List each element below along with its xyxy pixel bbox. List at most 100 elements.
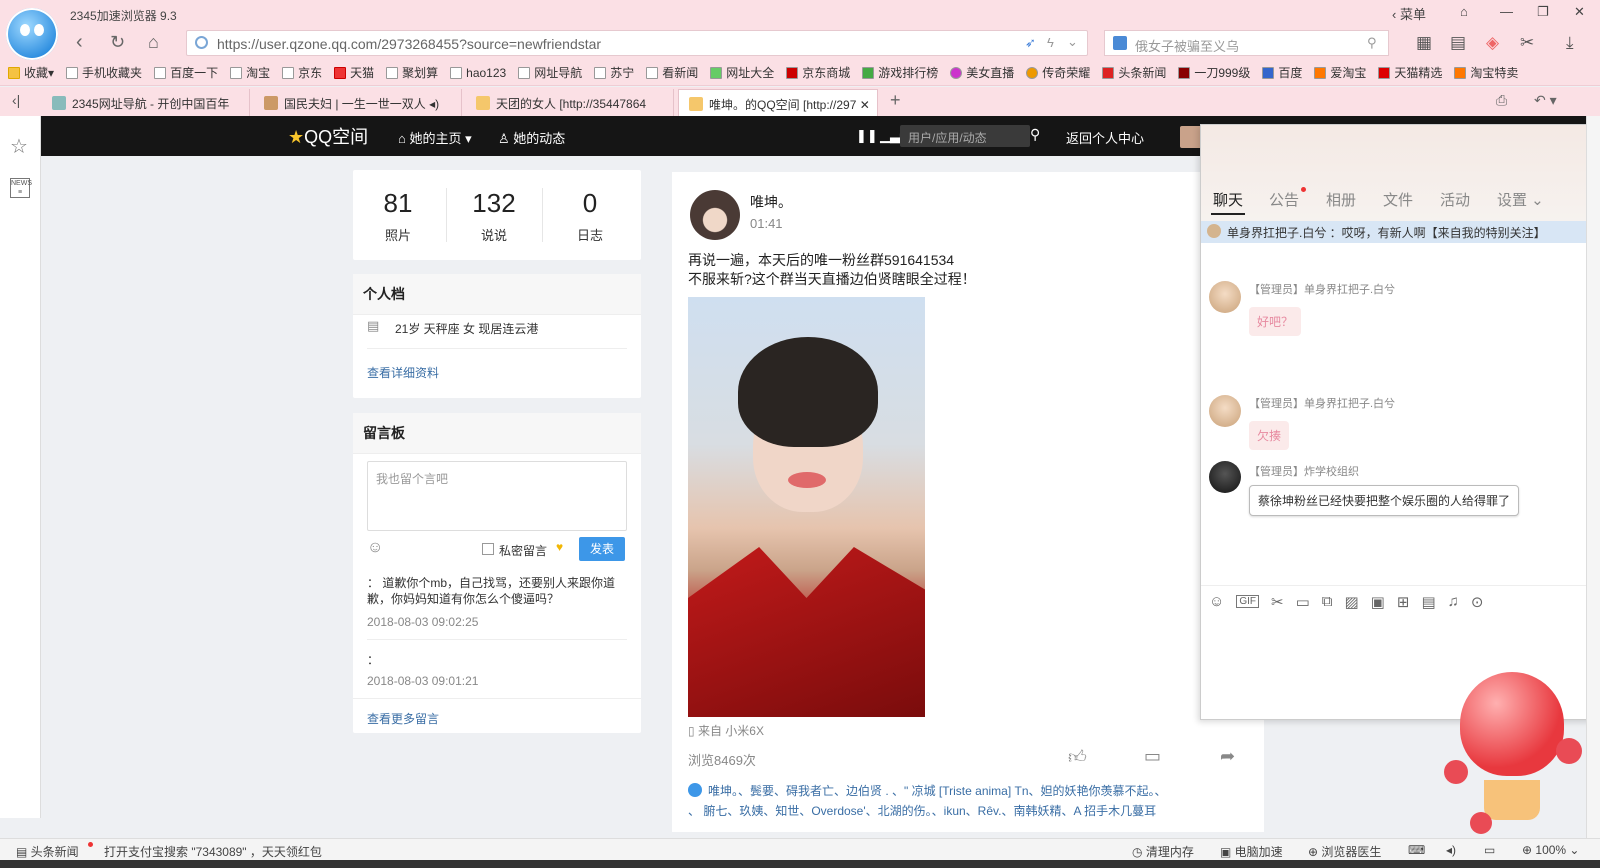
- new-tab-icon[interactable]: +: [890, 90, 901, 111]
- reader-icon[interactable]: ▤: [1450, 33, 1466, 53]
- scissors-icon[interactable]: ✂: [1271, 593, 1284, 611]
- tab-qzone[interactable]: 唯坤。的QQ空间 [http://297 ✕: [678, 89, 878, 116]
- search-engine-icon[interactable]: [1113, 36, 1127, 50]
- emoji-icon[interactable]: ☺: [367, 539, 383, 557]
- photo-count[interactable]: 81 照片: [353, 188, 443, 244]
- private-checkbox[interactable]: [482, 543, 494, 555]
- comment-icon[interactable]: ▭: [1144, 746, 1161, 767]
- tab-files[interactable]: 文件: [1383, 189, 1413, 210]
- bookmark-item[interactable]: 百度一下: [154, 64, 218, 81]
- browser-doctor-button[interactable]: ⊕ 浏览器医生: [1308, 843, 1381, 860]
- tab-album[interactable]: 相册: [1326, 189, 1356, 210]
- view-details-link[interactable]: 查看详细资料: [367, 364, 439, 381]
- menu-button[interactable]: ‹ 菜单: [1392, 4, 1426, 23]
- tab-idol[interactable]: 天团的女人 [http://35447864: [466, 89, 674, 116]
- post-photo[interactable]: [688, 297, 925, 717]
- shuoshuo-count[interactable]: 132 说说: [449, 188, 539, 244]
- tab-scroll-left-icon[interactable]: ‹|: [12, 92, 20, 108]
- gif-icon[interactable]: GIF: [1236, 595, 1259, 608]
- author-avatar[interactable]: [690, 190, 740, 240]
- bookmark-item[interactable]: 美女直播: [950, 64, 1014, 81]
- bookmark-item[interactable]: 淘宝: [230, 64, 270, 81]
- bookmark-item[interactable]: 手机收藏夹: [66, 64, 142, 81]
- qzone-search-input[interactable]: 用户/应用/动态: [908, 129, 987, 146]
- image-icon[interactable]: ▨: [1344, 593, 1358, 611]
- bookmark-item[interactable]: 聚划算: [386, 64, 438, 81]
- emoji-icon[interactable]: ☺: [1209, 593, 1224, 610]
- close-tab-icon[interactable]: ✕: [860, 98, 870, 112]
- her-feed-link[interactable]: ♙ 她的动态: [498, 128, 565, 147]
- bookmark-item[interactable]: 游戏排行榜: [862, 64, 938, 81]
- more-messages-link[interactable]: 查看更多留言: [367, 710, 439, 727]
- qzone-search-icon[interactable]: ⚲: [1030, 126, 1040, 143]
- volume-icon[interactable]: ◂): [1446, 843, 1456, 857]
- minimize-button[interactable]: —: [1500, 4, 1513, 19]
- speedup-button[interactable]: ▣ 电脑加速: [1220, 843, 1283, 860]
- share-icon[interactable]: ➦: [1220, 746, 1235, 767]
- search-input[interactable]: 俄女子被骗至义乌: [1135, 36, 1239, 55]
- close-button[interactable]: ✕: [1574, 4, 1585, 20]
- bookmark-item[interactable]: 苏宁: [594, 64, 634, 81]
- bookmark-item[interactable]: hao123: [450, 66, 506, 80]
- qzone-logo[interactable]: ★QQ空间: [288, 123, 368, 149]
- qzone-search[interactable]: 用户/应用/动态: [900, 125, 1030, 147]
- user-avatar[interactable]: [1180, 126, 1202, 148]
- address-bar[interactable]: https://user.qzone.qq.com/2973268455?sou…: [186, 30, 1088, 56]
- home-icon[interactable]: ⌂: [148, 30, 159, 54]
- blog-count[interactable]: 0 日志: [545, 188, 635, 244]
- translate-icon[interactable]: ⌨: [1408, 843, 1425, 857]
- bell-icon[interactable]: ♫: [1448, 593, 1459, 610]
- page-scrollbar[interactable]: [1586, 116, 1600, 838]
- skin-icon[interactable]: ⌂: [1460, 4, 1468, 19]
- tab-notice[interactable]: 公告: [1269, 189, 1299, 210]
- save-page-icon[interactable]: ⎙: [1496, 92, 1507, 109]
- tab-chat[interactable]: 聊天: [1213, 189, 1243, 210]
- undo-icon[interactable]: ↶ ▾: [1534, 92, 1557, 109]
- bookmark-item[interactable]: 爱淘宝: [1314, 64, 1366, 81]
- bookmark-item[interactable]: 收藏 ▾: [8, 64, 54, 81]
- flash-icon[interactable]: ϟ: [1047, 35, 1054, 50]
- back-icon[interactable]: ‹: [76, 30, 83, 54]
- bookmark-item[interactable]: 头条新闻: [1102, 64, 1166, 81]
- screen-icon[interactable]: ▭: [1484, 843, 1495, 857]
- headline-news-link[interactable]: ▤ 头条新闻: [16, 843, 79, 860]
- folder-icon[interactable]: ▭: [1296, 593, 1310, 611]
- refresh-icon[interactable]: ↻: [110, 30, 125, 54]
- member-avatar[interactable]: [1209, 461, 1241, 493]
- favorite-star-icon[interactable]: ☆: [10, 134, 28, 159]
- game-icon[interactable]: ◈: [1486, 33, 1499, 53]
- tab-activity[interactable]: 活动: [1440, 189, 1470, 210]
- bookmark-item[interactable]: 看新闻: [646, 64, 698, 81]
- like-icon[interactable]: 👍︎: [1068, 746, 1087, 768]
- bookmark-item[interactable]: 网址导航: [518, 64, 582, 81]
- apps-icon[interactable]: ▦: [1416, 33, 1432, 53]
- back-to-center-link[interactable]: 返回个人中心: [1066, 128, 1144, 147]
- chat-notice-banner[interactable]: 单身界扛把子.白兮 ：哎呀，有新人啊【来自我的特别关注】: [1201, 221, 1599, 243]
- clean-memory-button[interactable]: ◷ 清理内存: [1132, 843, 1194, 860]
- download-icon[interactable]: ⤓: [1566, 33, 1574, 53]
- scissors-icon[interactable]: ✂: [1520, 33, 1534, 53]
- dropdown-icon[interactable]: ⌄: [1067, 34, 1078, 50]
- member-avatar[interactable]: [1209, 395, 1241, 427]
- bookmark-item[interactable]: 淘宝特卖: [1454, 64, 1518, 81]
- bookmark-item[interactable]: 百度: [1262, 64, 1302, 81]
- search-box[interactable]: 俄女子被骗至义乌 ⚲: [1104, 30, 1389, 56]
- tab-couple[interactable]: 国民夫妇 | 一生一世一双人 ◂): [254, 89, 462, 116]
- pause-icon[interactable]: ❚❚: [856, 128, 878, 144]
- member-avatar[interactable]: [1209, 281, 1241, 313]
- bookmark-item[interactable]: 一刀999级: [1178, 64, 1250, 81]
- zoom-control[interactable]: ⊕ 100% ⌄: [1522, 843, 1579, 857]
- rocket-icon[interactable]: ➶: [1025, 35, 1036, 51]
- search-icon[interactable]: ⚲: [1367, 35, 1377, 51]
- status-tip[interactable]: 打开支付宝搜索 "7343089" ，天天领红包: [104, 843, 322, 860]
- speaker-icon[interactable]: ◂): [429, 97, 439, 111]
- url-text[interactable]: https://user.qzone.qq.com/2973268455?sou…: [217, 36, 601, 52]
- tab-settings[interactable]: 设置 ⌄: [1497, 189, 1544, 210]
- bookmark-item[interactable]: 京东商城: [786, 64, 850, 81]
- gift-icon[interactable]: ⊞: [1397, 593, 1410, 611]
- bookmark-item[interactable]: 天猫: [334, 64, 374, 81]
- more-icon[interactable]: ⊙: [1471, 593, 1484, 611]
- her-home-link[interactable]: ⌂ 她的主页 ▾: [398, 128, 472, 147]
- tab-2345[interactable]: 2345网址导航 - 开创中国百年: [42, 89, 250, 116]
- bookmark-item[interactable]: 网址大全: [710, 64, 774, 81]
